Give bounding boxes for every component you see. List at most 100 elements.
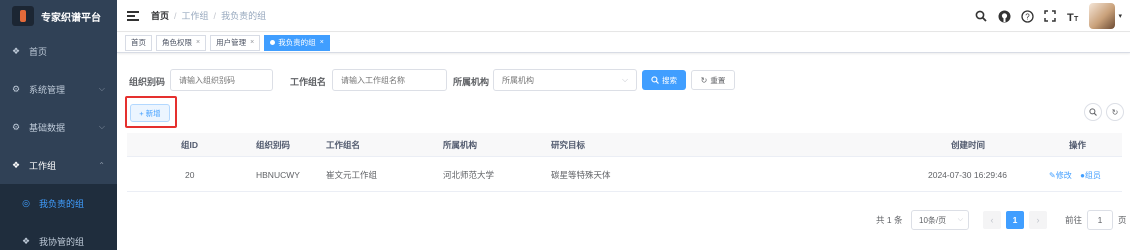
sidebar-item-label: 我协管的组 bbox=[39, 236, 85, 247]
edit-label: 修改 bbox=[1055, 171, 1072, 180]
org-code-input[interactable] bbox=[170, 69, 273, 91]
dashboard-icon: ❖ bbox=[11, 45, 21, 56]
gear-icon: ⚙ bbox=[11, 121, 21, 132]
pagination-jumper: 前往 1 页 bbox=[1065, 210, 1127, 230]
goto-label: 前往 bbox=[1065, 215, 1083, 225]
close-icon[interactable]: × bbox=[320, 39, 324, 46]
refresh-button[interactable]: ↻ bbox=[1106, 103, 1124, 121]
svg-text:T: T bbox=[1074, 16, 1079, 22]
edit-button[interactable]: ✎修改 bbox=[1049, 171, 1072, 180]
chevron-down-icon: ⌵ bbox=[98, 84, 105, 93]
svg-text:?: ? bbox=[1025, 12, 1030, 21]
next-page-button[interactable]: › bbox=[1029, 211, 1047, 229]
page-number-current[interactable]: 1 bbox=[1006, 211, 1024, 229]
github-icon[interactable] bbox=[997, 9, 1011, 23]
sidebar-item-label: 基础数据 bbox=[29, 122, 66, 133]
help-icon[interactable]: ? bbox=[1020, 9, 1034, 23]
plus-icon: + bbox=[139, 108, 144, 118]
sidebar-item-workgroup[interactable]: ❖ 工作组 ⌃ bbox=[0, 146, 117, 184]
logo-icon bbox=[12, 6, 34, 26]
breadcrumb-separator: / bbox=[174, 10, 177, 21]
chevron-up-icon: ⌃ bbox=[98, 160, 105, 170]
column-header: 研究目标 bbox=[551, 140, 586, 150]
top-navbar: 首页 / 工作组 / 我负责的组 ? TT ▾ bbox=[117, 0, 1130, 32]
group-icon: ❖ bbox=[21, 235, 31, 246]
fullscreen-icon[interactable] bbox=[1043, 9, 1057, 23]
pagination-controls: ‹ 1 › bbox=[983, 210, 1047, 230]
add-button-label: 新增 bbox=[145, 108, 161, 118]
chevron-down-icon: ⌵ bbox=[622, 75, 629, 84]
sidebar: 专家织谱平台 ❖ 首页 ⚙ 系统管理 ⌵ ⚙ 基础数据 ⌵ ❖ 工作组 ⌃ ◎ … bbox=[0, 0, 117, 250]
column-header: 所属机构 bbox=[443, 140, 478, 150]
close-icon[interactable]: × bbox=[250, 39, 254, 46]
column-header: 组织别码 bbox=[256, 140, 291, 150]
column-header: 创建时间 bbox=[951, 140, 986, 150]
column-header: 组ID bbox=[181, 140, 199, 150]
search-icon bbox=[651, 76, 659, 84]
tags-view: 首页 角色权限 × 用户管理 × 我负责的组 × bbox=[117, 33, 1130, 53]
chevron-down-icon: ⌵ bbox=[957, 216, 963, 223]
sidebar-item-label: 工作组 bbox=[29, 160, 57, 171]
cell-id: 20 bbox=[185, 170, 195, 180]
search-button-label: 搜索 bbox=[662, 75, 677, 85]
sidebar-item-co-managed-groups[interactable]: ❖ 我协管的组 bbox=[0, 222, 117, 250]
org-code-label: 组织别码 bbox=[129, 77, 166, 87]
svg-text:T: T bbox=[1067, 12, 1074, 22]
toggle-search-button[interactable] bbox=[1084, 103, 1102, 121]
table-header: 组ID 组织别码 工作组名 所属机构 研究目标 创建时间 操作 bbox=[127, 133, 1122, 157]
cell-institution: 河北师范大学 bbox=[443, 170, 495, 180]
institution-label: 所属机构 bbox=[453, 77, 490, 87]
tag-role-permissions[interactable]: 角色权限 × bbox=[156, 34, 207, 51]
search-icon[interactable] bbox=[974, 9, 988, 23]
close-icon[interactable]: × bbox=[196, 39, 200, 46]
column-header: 操作 bbox=[1069, 140, 1087, 150]
circle-icon: ◎ bbox=[22, 197, 30, 208]
tag-my-groups[interactable]: 我负责的组 × bbox=[264, 34, 330, 51]
breadcrumb: 首页 / 工作组 / 我负责的组 bbox=[151, 9, 266, 22]
cell-org-code: HBNUCWY bbox=[256, 170, 300, 180]
members-label: 组员 bbox=[1084, 171, 1101, 180]
refresh-icon: ↻ bbox=[700, 75, 708, 85]
search-icon bbox=[1089, 108, 1097, 116]
prev-page-button[interactable]: ‹ bbox=[983, 211, 1001, 229]
app-logo[interactable]: 专家织谱平台 bbox=[0, 0, 117, 32]
sidebar-item-basic-data[interactable]: ⚙ 基础数据 ⌵ bbox=[0, 108, 117, 146]
tag-label: 首页 bbox=[131, 38, 146, 47]
pagination-total: 共 1 条 bbox=[876, 215, 903, 225]
edit-icon: ✎ bbox=[1049, 171, 1056, 180]
page-size-value: 10条/页 bbox=[919, 215, 947, 225]
header-tools: ? TT ▾ bbox=[974, 0, 1122, 32]
institution-select[interactable] bbox=[493, 69, 637, 91]
members-button[interactable]: ●组员 bbox=[1080, 171, 1101, 180]
breadcrumb-home[interactable]: 首页 bbox=[151, 9, 169, 22]
sidebar-item-label: 首页 bbox=[29, 46, 48, 57]
add-button[interactable]: + 新增 bbox=[130, 104, 170, 122]
tag-label: 我负责的组 bbox=[278, 38, 316, 47]
search-button[interactable]: 搜索 bbox=[642, 70, 686, 90]
tag-home[interactable]: 首页 bbox=[125, 34, 152, 51]
page-size-select[interactable]: 10条/页 ⌵ bbox=[911, 210, 969, 230]
sidebar-item-my-groups[interactable]: ◎ 我负责的组 bbox=[0, 184, 117, 222]
avatar[interactable] bbox=[1089, 3, 1116, 29]
sidebar-item-system[interactable]: ⚙ 系统管理 ⌵ bbox=[0, 70, 117, 108]
column-header: 工作组名 bbox=[326, 140, 361, 150]
sidebar-item-home[interactable]: ❖ 首页 bbox=[0, 32, 117, 70]
tag-user-management[interactable]: 用户管理 × bbox=[210, 34, 261, 51]
page-suffix: 页 bbox=[1118, 215, 1127, 225]
cell-created-time: 2024-07-30 16:29:46 bbox=[928, 170, 1007, 180]
cell-group-name: 崔文元工作组 bbox=[326, 170, 378, 180]
row-actions: ✎修改 ●组员 bbox=[1049, 158, 1101, 192]
table-row: 20 HBNUCWY 崔文元工作组 河北师范大学 碳星等特殊天体 2024-07… bbox=[127, 158, 1122, 192]
group-name-input[interactable] bbox=[332, 69, 447, 91]
font-size-icon[interactable]: TT bbox=[1066, 9, 1080, 23]
caret-down-icon[interactable]: ▾ bbox=[1118, 12, 1122, 20]
gear-icon: ⚙ bbox=[11, 83, 21, 94]
hamburger-icon[interactable] bbox=[127, 10, 139, 21]
active-dot-icon bbox=[270, 40, 276, 45]
goto-page-input[interactable]: 1 bbox=[1087, 210, 1114, 230]
reset-button[interactable]: ↻ 重置 bbox=[691, 70, 735, 90]
reset-button-label: 重置 bbox=[710, 75, 726, 85]
tag-label: 角色权限 bbox=[162, 38, 192, 47]
sidebar-item-label: 我负责的组 bbox=[39, 198, 85, 209]
refresh-icon: ↻ bbox=[1111, 107, 1119, 117]
